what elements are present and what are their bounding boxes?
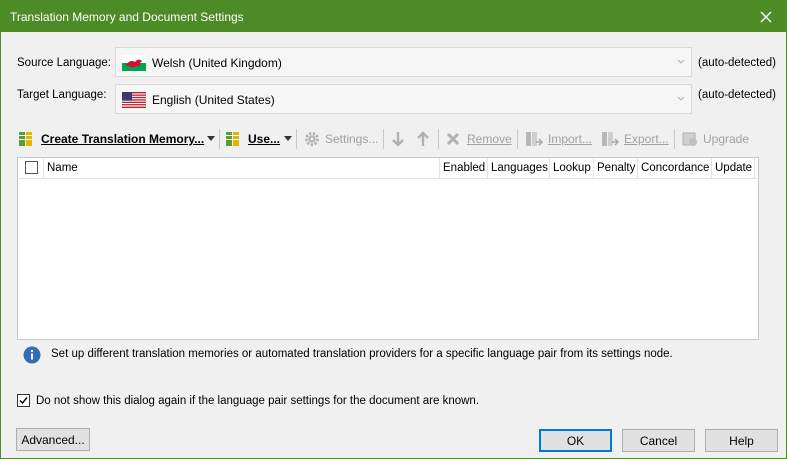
help-button[interactable]: Help	[705, 429, 778, 452]
use-label: Use...	[248, 132, 281, 146]
create-dropdown-arrow[interactable]	[207, 126, 215, 152]
source-language-label: Source Language:	[17, 57, 111, 69]
advanced-button[interactable]: Advanced...	[16, 428, 90, 451]
wales-flag-icon	[122, 55, 146, 71]
remove-button[interactable]: Remove	[445, 126, 512, 152]
toolbar: Create Translation Memory... Use... Sett…	[17, 126, 777, 152]
dont-show-again-checkbox[interactable]	[17, 394, 30, 407]
arrow-up-icon	[417, 131, 429, 146]
toolbar-separator	[296, 129, 297, 149]
translation-memory-icon	[226, 132, 239, 146]
select-all-checkbox[interactable]	[25, 161, 38, 174]
dialog-title: Translation Memory and Document Settings	[10, 10, 244, 24]
dropdown-arrow-icon	[207, 136, 215, 141]
move-up-button[interactable]	[416, 126, 430, 152]
toolbar-separator	[438, 129, 439, 149]
cancel-button[interactable]: Cancel	[622, 429, 695, 452]
source-language-value: Welsh (United Kingdom)	[152, 56, 282, 70]
settings-label: Settings...	[325, 132, 379, 146]
settings-button[interactable]: Settings...	[303, 126, 378, 152]
translation-memory-grid[interactable]: Name Enabled Languages Lookup Penalty Co…	[17, 157, 759, 340]
import-icon	[526, 132, 544, 146]
info-icon	[23, 346, 41, 364]
toolbar-separator	[219, 129, 220, 149]
gear-icon	[305, 132, 319, 146]
upgrade-icon	[682, 132, 697, 146]
remove-label: Remove	[467, 132, 512, 146]
source-autodetected-label: (auto-detected)	[698, 57, 776, 69]
move-down-button[interactable]	[391, 126, 405, 152]
use-button[interactable]: Use...	[224, 126, 280, 152]
create-translation-memory-label: Create Translation Memory...	[41, 132, 205, 146]
toolbar-separator	[517, 129, 518, 149]
target-language-combo[interactable]: English (United States)	[115, 84, 692, 114]
close-icon[interactable]	[746, 1, 786, 32]
import-button[interactable]: Import...	[524, 126, 592, 152]
column-enabled[interactable]: Enabled	[440, 158, 488, 179]
grid-header: Name Enabled Languages Lookup Penalty Co…	[18, 158, 758, 179]
toolbar-separator	[383, 129, 384, 149]
remove-icon	[446, 132, 460, 146]
checkmark-icon	[19, 397, 28, 405]
dropdown-arrow-icon	[284, 136, 292, 141]
target-language-value: English (United States)	[152, 93, 275, 107]
export-button[interactable]: Export...	[600, 126, 669, 152]
arrow-down-icon	[392, 132, 404, 147]
column-penalty[interactable]: Penalty	[594, 158, 638, 179]
export-icon	[602, 132, 620, 146]
import-label: Import...	[548, 132, 593, 146]
upgrade-button[interactable]: Upgrade	[681, 126, 749, 152]
target-autodetected-label: (auto-detected)	[698, 89, 776, 101]
create-translation-memory-button[interactable]: Create Translation Memory...	[17, 126, 204, 152]
source-language-combo[interactable]: Welsh (United Kingdom)	[115, 47, 692, 77]
column-lookup[interactable]: Lookup	[550, 158, 594, 179]
us-flag-icon	[122, 92, 146, 108]
upgrade-label: Upgrade	[703, 132, 750, 146]
info-message: Set up different translation memories or…	[51, 348, 673, 360]
dialog-window: Translation Memory and Document Settings…	[0, 0, 787, 459]
chevron-down-icon	[677, 59, 685, 64]
ok-button[interactable]: OK	[539, 429, 612, 452]
column-update[interactable]: Update	[712, 158, 755, 179]
column-concordance[interactable]: Concordance	[638, 158, 712, 179]
translation-memory-icon	[19, 132, 32, 146]
toolbar-separator	[674, 129, 675, 149]
target-language-label: Target Language:	[17, 89, 107, 101]
column-name[interactable]: Name	[44, 158, 440, 179]
export-label: Export...	[624, 132, 669, 146]
dont-show-again-label[interactable]: Do not show this dialog again if the lan…	[36, 395, 479, 407]
column-languages[interactable]: Languages	[488, 158, 550, 179]
use-dropdown-arrow[interactable]	[284, 126, 292, 152]
select-all-column	[18, 158, 44, 179]
chevron-down-icon	[677, 96, 685, 101]
title-bar: Translation Memory and Document Settings	[1, 1, 786, 32]
